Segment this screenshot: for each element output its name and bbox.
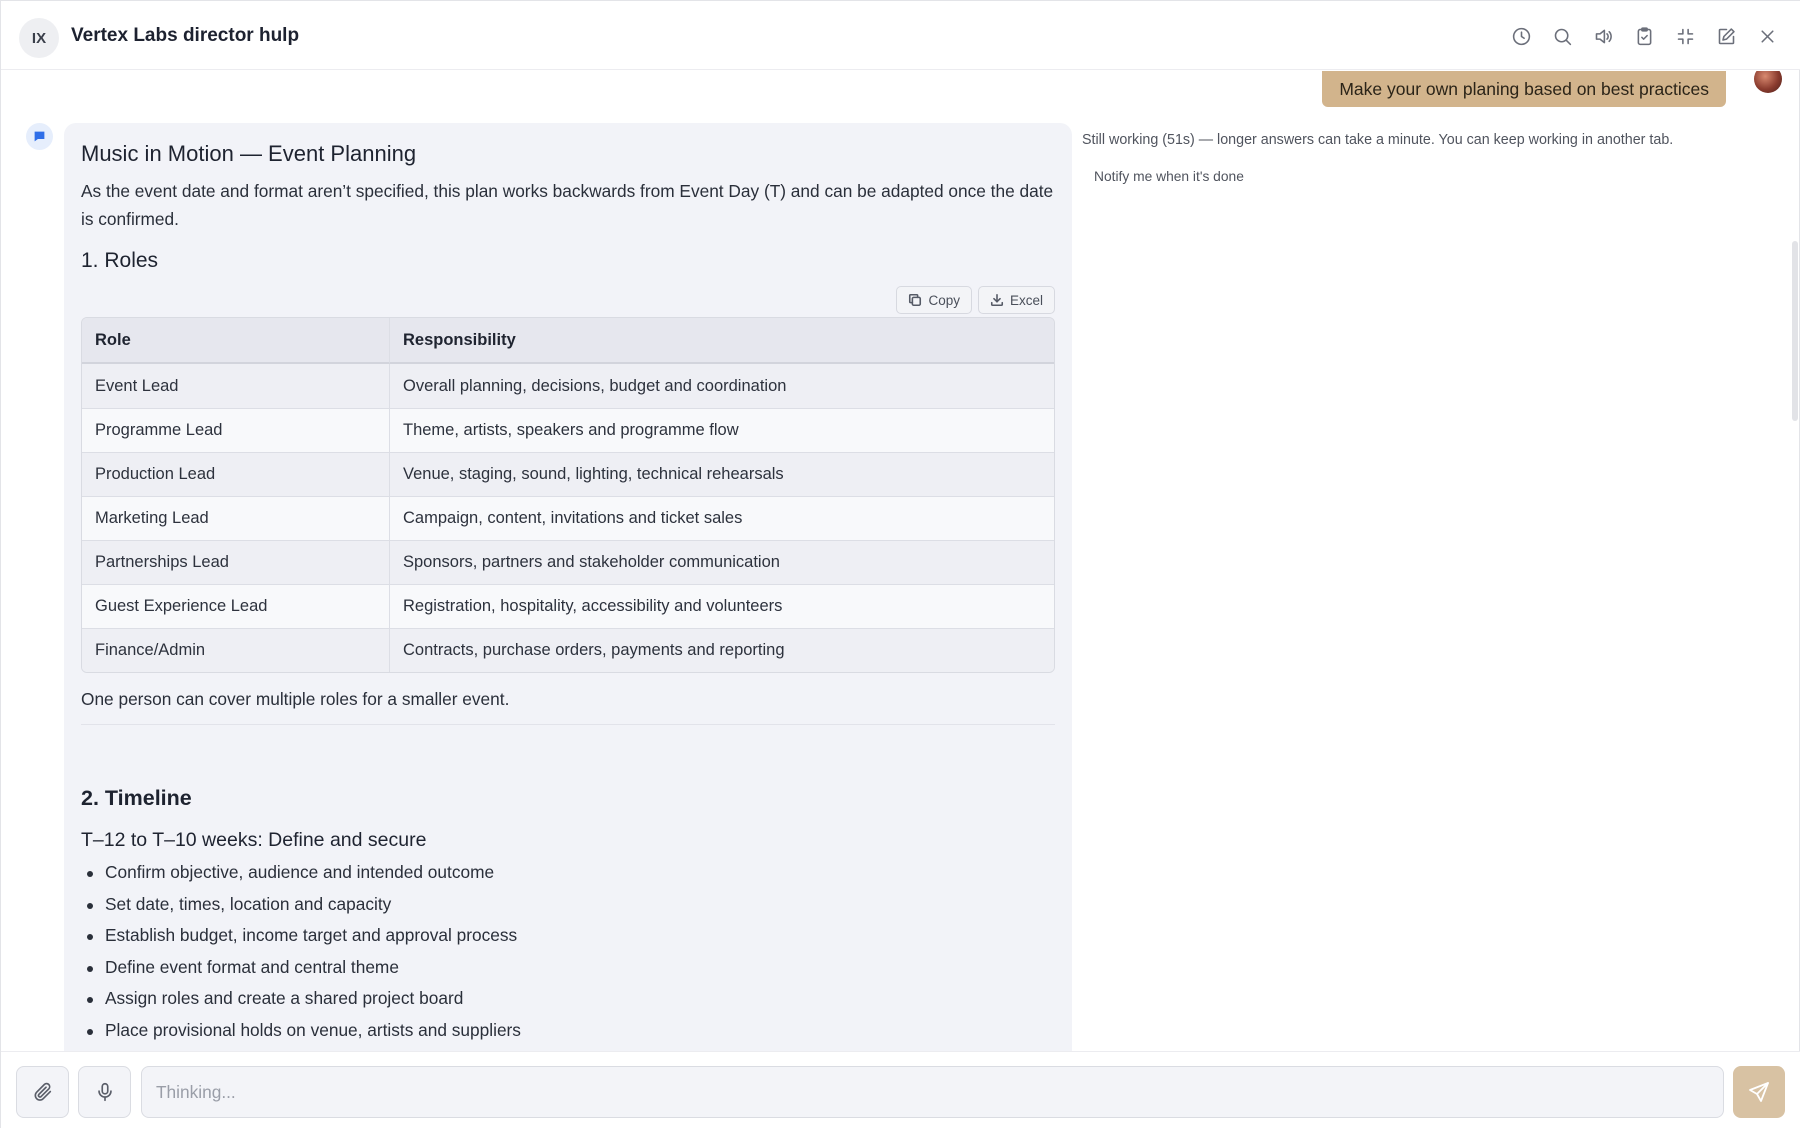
clipboard-icon[interactable] [1631, 23, 1658, 50]
user-message: Make your own planing based on best prac… [1322, 71, 1726, 107]
role-cell: Production Lead [82, 452, 390, 496]
table-row: Programme Lead Theme, artists, speakers … [82, 408, 1054, 452]
assistant-avatar: IX [19, 18, 59, 58]
history-icon[interactable] [1508, 23, 1535, 50]
role-cell: Event Lead [82, 364, 390, 408]
microphone-icon [97, 1082, 112, 1102]
speaker-icon[interactable] [1590, 23, 1617, 50]
excel-export-button[interactable]: Excel [977, 286, 1055, 314]
list-item: Set date, times, location and capacity [81, 894, 1055, 926]
list-item: Confirm objective, audience and intended… [81, 862, 1055, 894]
table-toolbar: Copy Excel [81, 286, 1055, 314]
working-status: Still working (51s) — longer answers can… [1082, 132, 1674, 148]
table-row: Event Lead Overall planning, decisions, … [82, 364, 1054, 408]
edit-icon[interactable] [1713, 23, 1740, 50]
search-icon[interactable] [1549, 23, 1576, 50]
send-button[interactable] [1733, 1066, 1785, 1118]
column-header-role: Role [82, 318, 390, 364]
message-composer [1, 1051, 1800, 1128]
role-cell: Programme Lead [82, 408, 390, 452]
phase-task-list: Confirm objective, audience and intended… [81, 862, 1055, 1051]
responsibility-cell: Venue, staging, sound, lighting, technic… [390, 452, 1054, 496]
send-icon [1749, 1082, 1769, 1102]
table-header-row: Role Responsibility [82, 318, 1054, 364]
answer-lead: As the event date and format aren’t spec… [81, 181, 1054, 229]
responsibility-cell: Contracts, purchase orders, payments and… [390, 628, 1054, 672]
list-item: Define event format and central theme [81, 957, 1055, 989]
responsibility-cell: Theme, artists, speakers and programme f… [390, 408, 1054, 452]
attach-button[interactable] [16, 1066, 69, 1118]
table-row: Finance/Admin Contracts, purchase orders… [82, 628, 1054, 672]
header-toolbar [1508, 23, 1781, 50]
close-icon[interactable] [1754, 23, 1781, 50]
timeline-heading: 2. Timeline [81, 786, 192, 810]
paperclip-icon [34, 1082, 51, 1101]
collapse-icon[interactable] [1672, 23, 1699, 50]
microphone-button[interactable] [78, 1066, 131, 1118]
copy-icon [909, 293, 922, 307]
table-row: Production Lead Venue, staging, sound, l… [82, 452, 1054, 496]
table-row: Guest Experience Lead Registration, hosp… [82, 584, 1054, 628]
list-item: Place provisional holds on venue, artist… [81, 1020, 1055, 1052]
notify-when-done-link[interactable]: Notify me when it's done [1094, 169, 1244, 184]
download-icon [990, 293, 1004, 307]
responsibility-cell: Overall planning, decisions, budget and … [390, 364, 1054, 408]
chat-title: Vertex Labs director hulp [71, 25, 300, 46]
list-item: Establish budget, income target and appr… [81, 925, 1055, 957]
conversation-area: Make your own planing based on best prac… [1, 71, 1800, 1051]
timeline-section: 2. Timeline T–12 to T–10 weeks: Define a… [81, 786, 1055, 1051]
table-row: Marketing Lead Campaign, content, invita… [82, 496, 1054, 540]
answer-title: Music in Motion — Event Planning [81, 141, 417, 166]
roles-heading: 1. Roles [81, 249, 159, 272]
assistant-answer: Music in Motion — Event Planning As the … [64, 123, 1072, 1051]
excel-label: Excel [1009, 292, 1043, 308]
assistant-message-icon [26, 123, 53, 150]
responsibility-cell: Campaign, content, invitations and ticke… [390, 496, 1054, 540]
responsibility-cell: Sponsors, partners and stakeholder commu… [390, 540, 1054, 584]
list-item: Assign roles and create a shared project… [81, 988, 1055, 1020]
role-cell: Partnerships Lead [82, 540, 390, 584]
scrollbar-thumb[interactable] [1792, 241, 1798, 421]
app-window: IX Vertex Labs director hulp Make your o… [0, 0, 1800, 1128]
phase-heading: T–12 to T–10 weeks: Define and secure [81, 829, 427, 851]
roles-note: One person can cover multiple roles for … [81, 689, 1055, 725]
chat-bubble-icon [34, 131, 45, 142]
copy-table-button[interactable]: Copy [896, 286, 972, 314]
column-header-responsibility: Responsibility [390, 318, 1054, 364]
table-row: Partnerships Lead Sponsors, partners and… [82, 540, 1054, 584]
user-avatar [1754, 71, 1782, 93]
responsibility-cell: Registration, hospitality, accessibility… [390, 584, 1054, 628]
roles-table: Role Responsibility Event Lead Overall p… [81, 317, 1055, 673]
role-cell: Guest Experience Lead [82, 584, 390, 628]
role-cell: Finance/Admin [82, 628, 390, 672]
message-input[interactable] [141, 1066, 1724, 1118]
role-cell: Marketing Lead [82, 496, 390, 540]
copy-label: Copy [928, 292, 960, 308]
chat-header: IX Vertex Labs director hulp [1, 1, 1800, 70]
